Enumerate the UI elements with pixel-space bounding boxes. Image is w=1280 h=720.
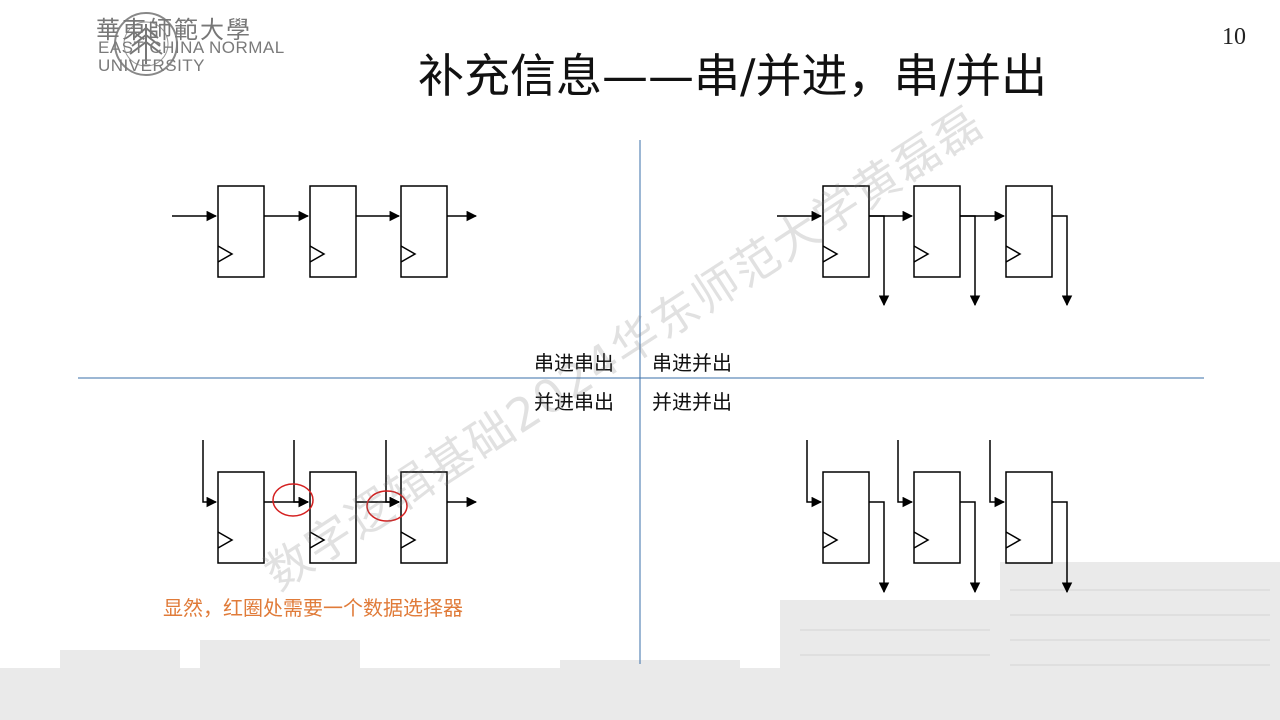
- arrow-icon: [989, 440, 1006, 508]
- arrow-icon: [897, 440, 914, 508]
- diagram-pipo: [806, 440, 1073, 594]
- flip-flop-icon: [1005, 185, 1053, 278]
- arrow-icon: [293, 440, 310, 508]
- arrow-icon: [1052, 501, 1073, 594]
- arrow-icon: [869, 215, 890, 307]
- flip-flop-icon: [913, 185, 961, 278]
- flip-flop-icon: [400, 185, 448, 278]
- multiplexer-note: 显然，红圈处需要一个数据选择器: [163, 596, 463, 620]
- flip-flop-icon: [309, 185, 357, 278]
- arrow-icon: [1052, 215, 1073, 307]
- flip-flop-icon: [913, 471, 961, 564]
- diagram-siso: [172, 185, 478, 278]
- arrow-icon: [869, 501, 890, 594]
- flip-flop-icon: [822, 471, 870, 564]
- arrow-icon: [960, 501, 981, 594]
- arrow-icon: [202, 440, 218, 508]
- arrow-icon: [806, 440, 823, 508]
- arrow-icon: [960, 215, 981, 307]
- flip-flop-icon: [217, 185, 265, 278]
- label-pipo: 并进并出: [652, 390, 732, 414]
- flip-flop-icon: [1005, 471, 1053, 564]
